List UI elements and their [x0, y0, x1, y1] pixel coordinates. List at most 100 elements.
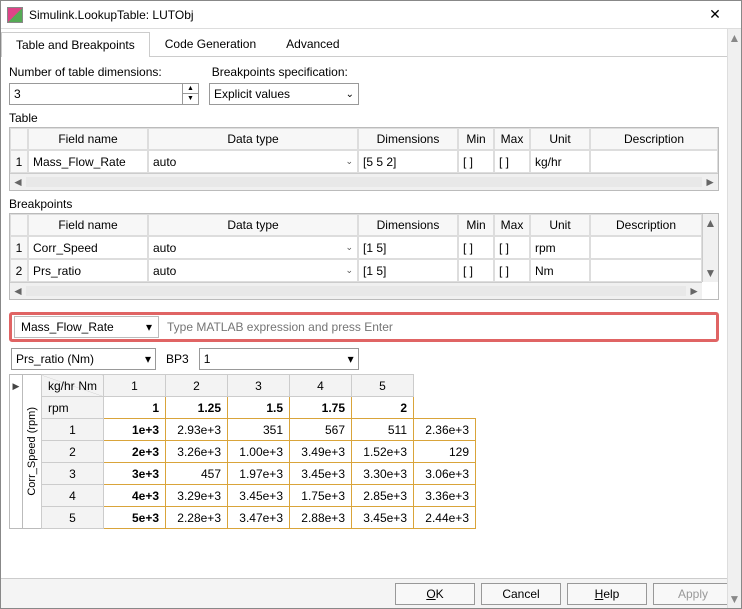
corner-unit: kg/hrNm — [42, 375, 104, 397]
bp-desc-cell[interactable] — [590, 259, 702, 282]
row-breakpoint[interactable]: 5e+3 — [104, 507, 166, 529]
bp-datatype-cell[interactable]: auto⌄ — [148, 259, 358, 282]
breakpoints-grid: Field name Data type Dimensions Min Max … — [9, 213, 719, 300]
col-breakpoint[interactable]: 2 — [352, 397, 414, 419]
row-breakpoint[interactable]: 1e+3 — [104, 419, 166, 441]
bp-min-cell[interactable]: [ ] — [458, 236, 494, 259]
data-cell[interactable]: 3.29e+3 — [166, 485, 228, 507]
bpspec-select[interactable]: Explicit values ⌄ — [209, 83, 359, 105]
col-breakpoint[interactable]: 1.5 — [228, 397, 290, 419]
apply-button[interactable]: Apply — [653, 583, 733, 605]
data-cell[interactable]: 457 — [166, 463, 228, 485]
data-cell[interactable]: 351 — [228, 419, 290, 441]
data-cell[interactable]: 3.26e+3 — [166, 441, 228, 463]
data-cell[interactable]: 2.88e+3 — [290, 507, 352, 529]
spin-up-icon[interactable]: ▲ — [183, 84, 198, 94]
col-index: 3 — [228, 375, 290, 397]
table-unit-cell[interactable]: kg/hr — [530, 150, 590, 173]
data-cell[interactable]: 3.06e+3 — [414, 463, 476, 485]
expression-input[interactable] — [159, 316, 716, 338]
bp-max-cell[interactable]: [ ] — [494, 259, 530, 282]
data-cell[interactable]: 1.00e+3 — [228, 441, 290, 463]
dropdown-arrow-icon: ▾ — [348, 352, 354, 366]
bpspec-label: Breakpoints specification: — [212, 65, 348, 79]
bp-fieldname-cell[interactable]: Prs_ratio — [28, 259, 148, 282]
table-grid: Field name Data type Dimensions Min Max … — [9, 127, 719, 191]
row-breakpoint[interactable]: 3e+3 — [104, 463, 166, 485]
table-max-cell[interactable]: [ ] — [494, 150, 530, 173]
ok-button[interactable]: OK — [395, 583, 475, 605]
row-index: 5 — [42, 507, 104, 529]
bp-min-cell[interactable]: [ ] — [458, 259, 494, 282]
data-cell[interactable]: 3.45e+3 — [352, 507, 414, 529]
tab-code-generation[interactable]: Code Generation — [150, 31, 271, 56]
data-cell[interactable]: 3.36e+3 — [414, 485, 476, 507]
bp-dimensions-cell[interactable]: [1 5] — [358, 259, 458, 282]
tab-content: Number of table dimensions: Breakpoints … — [1, 57, 727, 578]
data-cell[interactable]: 2.85e+3 — [352, 485, 414, 507]
col-breakpoint[interactable]: 1.25 — [166, 397, 228, 419]
bp-datatype-cell[interactable]: auto⌄ — [148, 236, 358, 259]
table-hscroll[interactable]: ◄► — [10, 173, 718, 190]
bp-desc-cell[interactable] — [590, 236, 702, 259]
data-cell[interactable]: 1.75e+3 — [290, 485, 352, 507]
field-selector[interactable]: Mass_Flow_Rate ▾ — [14, 316, 159, 338]
bp-fieldname-cell[interactable]: Corr_Speed — [28, 236, 148, 259]
row-axis-label: Corr_Speed (rpm) — [23, 374, 41, 529]
col-dimensions: Dimensions — [358, 128, 458, 150]
table-min-cell[interactable]: [ ] — [458, 150, 494, 173]
tab-advanced[interactable]: Advanced — [271, 31, 354, 56]
row-index: 1 — [42, 419, 104, 441]
bp-unit-cell[interactable]: Nm — [530, 259, 590, 282]
expand-handle[interactable]: ▶ — [9, 374, 23, 529]
data-viewer: ▶ Corr_Speed (rpm) kg/hrNm 1 2 3 4 5 rpm… — [9, 374, 719, 529]
data-cell[interactable]: 1.97e+3 — [228, 463, 290, 485]
col-datatype: Data type — [148, 128, 358, 150]
cancel-button[interactable]: Cancel — [481, 583, 561, 605]
bp-vscroll[interactable]: ▲▼ — [702, 214, 718, 282]
data-cell[interactable]: 2.28e+3 — [166, 507, 228, 529]
row-breakpoint[interactable]: 2e+3 — [104, 441, 166, 463]
col-breakpoint[interactable]: 1 — [104, 397, 166, 419]
row-index: 2 — [42, 441, 104, 463]
chevron-down-icon: ⌄ — [346, 89, 354, 100]
data-cell[interactable]: 3.30e+3 — [352, 463, 414, 485]
row-breakpoint[interactable]: 4e+3 — [104, 485, 166, 507]
bp-unit-cell[interactable]: rpm — [530, 236, 590, 259]
data-cell[interactable]: 3.47e+3 — [228, 507, 290, 529]
dropdown-arrow-icon: ▾ — [146, 320, 152, 334]
col-description: Description — [590, 128, 718, 150]
table-desc-cell[interactable] — [590, 150, 718, 173]
data-cell[interactable]: 1.52e+3 — [352, 441, 414, 463]
data-cell[interactable]: 511 — [352, 419, 414, 441]
table-row-num: 1 — [10, 150, 28, 173]
data-cell[interactable]: 3.45e+3 — [228, 485, 290, 507]
col-index: 2 — [166, 375, 228, 397]
spin-down-icon[interactable]: ▼ — [183, 94, 198, 104]
col-min: Min — [458, 128, 494, 150]
data-cell[interactable]: 129 — [414, 441, 476, 463]
data-cell[interactable]: 3.49e+3 — [290, 441, 352, 463]
dialog-buttons: OK Cancel Help Apply — [1, 578, 741, 608]
close-button[interactable]: ✕ — [695, 6, 735, 23]
chevron-down-icon: ⌄ — [345, 242, 353, 253]
bp-hscroll[interactable]: ◄► — [10, 282, 702, 299]
dims-spinner[interactable]: 3 ▲▼ — [9, 83, 199, 105]
bp-dimensions-cell[interactable]: [1 5] — [358, 236, 458, 259]
bp-max-cell[interactable]: [ ] — [494, 236, 530, 259]
table-dimensions-cell[interactable]: [5 5 2] — [358, 150, 458, 173]
window-vscroll[interactable]: ▲▼ — [727, 29, 741, 608]
dropdown-arrow-icon: ▾ — [145, 352, 151, 366]
bp3-selector[interactable]: 1 ▾ — [199, 348, 359, 370]
table-datatype-cell[interactable]: auto⌄ — [148, 150, 358, 173]
data-cell[interactable]: 2.93e+3 — [166, 419, 228, 441]
data-cell[interactable]: 567 — [290, 419, 352, 441]
col-breakpoint[interactable]: 1.75 — [290, 397, 352, 419]
data-cell[interactable]: 2.44e+3 — [414, 507, 476, 529]
help-button[interactable]: Help — [567, 583, 647, 605]
tab-table-breakpoints[interactable]: Table and Breakpoints — [1, 32, 150, 57]
dim2-selector[interactable]: Prs_ratio (Nm) ▾ — [11, 348, 156, 370]
data-cell[interactable]: 3.45e+3 — [290, 463, 352, 485]
table-fieldname-cell[interactable]: Mass_Flow_Rate — [28, 150, 148, 173]
data-cell[interactable]: 2.36e+3 — [414, 419, 476, 441]
